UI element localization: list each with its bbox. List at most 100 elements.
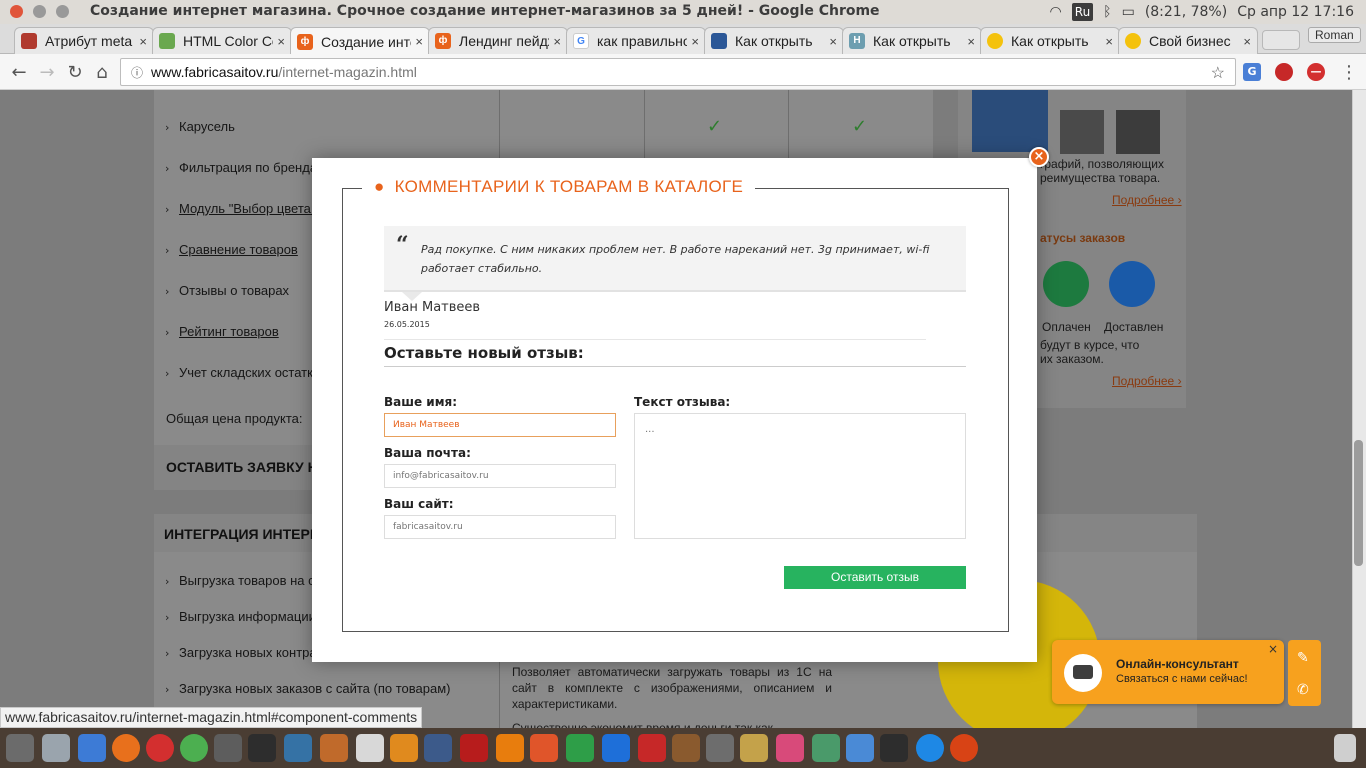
trash-icon[interactable] xyxy=(1334,734,1356,762)
files-icon[interactable] xyxy=(78,734,106,762)
feature-row[interactable]: Учет складских остатков xyxy=(179,365,327,380)
chat-close-icon[interactable]: × xyxy=(1268,642,1278,656)
translate-extension-icon[interactable]: G xyxy=(1243,63,1261,81)
code-editor-icon[interactable] xyxy=(424,734,452,762)
opera-icon[interactable] xyxy=(146,734,174,762)
battery-status[interactable]: (8:21, 78%) xyxy=(1145,4,1227,20)
adblock-extension-icon[interactable]: — xyxy=(1307,63,1325,81)
mail-icon[interactable] xyxy=(740,734,768,762)
modal-close-button[interactable]: × xyxy=(1029,147,1049,167)
app-icon[interactable] xyxy=(530,734,558,762)
calculator-icon[interactable] xyxy=(672,734,700,762)
tab-5[interactable]: Gкак правильно × xyxy=(566,27,706,54)
integration-row[interactable]: Выгрузка товаров на са xyxy=(179,573,322,588)
download-icon[interactable] xyxy=(916,734,944,762)
bookmark-star-icon[interactable]: ☆ xyxy=(1211,63,1225,83)
wifi-icon[interactable]: ◠ xyxy=(1050,4,1062,20)
writer-icon[interactable] xyxy=(602,734,630,762)
more-link[interactable]: Подробнее › xyxy=(1112,193,1182,207)
email-input[interactable] xyxy=(384,464,616,488)
launcher-icon[interactable] xyxy=(6,734,34,762)
new-tab-button[interactable] xyxy=(1262,30,1300,50)
window-close-button[interactable] xyxy=(10,5,23,18)
product-thumb[interactable] xyxy=(1060,110,1104,154)
tab-9[interactable]: Свой бизнес × xyxy=(1118,27,1258,54)
filezilla-icon[interactable] xyxy=(460,734,488,762)
status-url-bubble: www.fabricasaitov.ru/internet-magazin.ht… xyxy=(0,707,423,728)
page-scrollbar[interactable] xyxy=(1352,90,1366,728)
scrollbar-thumb[interactable] xyxy=(1354,440,1363,566)
tab-close-icon[interactable]: × xyxy=(277,34,285,49)
settings-icon[interactable] xyxy=(42,734,70,762)
chrome-icon[interactable] xyxy=(180,734,208,762)
app-icon[interactable] xyxy=(776,734,804,762)
app-icon[interactable] xyxy=(214,734,242,762)
updater-icon[interactable] xyxy=(950,734,978,762)
order-button[interactable]: ОСТАВИТЬ ЗАЯВКУ НА xyxy=(166,459,328,475)
app-icon[interactable] xyxy=(880,734,908,762)
presentation-icon[interactable] xyxy=(638,734,666,762)
tab-close-icon[interactable]: × xyxy=(829,34,837,49)
more-link[interactable]: Подробнее › xyxy=(1112,374,1182,388)
image-viewer-icon[interactable] xyxy=(812,734,840,762)
feature-row[interactable]: Сравнение товаров xyxy=(179,242,298,257)
python-icon[interactable] xyxy=(284,734,312,762)
battery-icon[interactable]: ▭ xyxy=(1122,4,1135,20)
chrome-menu-icon[interactable]: ⋮ xyxy=(1338,62,1360,83)
integration-row[interactable]: Выгрузка информации о xyxy=(179,609,327,624)
tab-close-icon[interactable]: × xyxy=(691,34,699,49)
reload-icon[interactable]: ↻ xyxy=(64,62,86,83)
shield-extension-icon[interactable] xyxy=(1275,63,1293,81)
window-maximize-button[interactable] xyxy=(56,5,69,18)
online-consultant-widget[interactable]: Онлайн-консультант Связаться с нами сейч… xyxy=(1052,640,1284,704)
folder-icon[interactable] xyxy=(846,734,874,762)
clock[interactable]: Ср апр 12 17:16 xyxy=(1237,4,1354,20)
product-thumb[interactable] xyxy=(1116,110,1160,154)
profile-button[interactable]: Roman xyxy=(1308,27,1361,43)
document-icon[interactable] xyxy=(356,734,384,762)
edit-icon[interactable]: ✎ xyxy=(1297,650,1309,666)
feature-row[interactable]: Фильтрация по брендам xyxy=(179,160,326,175)
feature-row[interactable]: Отзывы о товарах xyxy=(179,283,289,298)
tab-close-icon[interactable]: × xyxy=(1243,34,1251,49)
tab-close-icon[interactable]: × xyxy=(553,34,561,49)
blender-icon[interactable] xyxy=(496,734,524,762)
feature-row[interactable]: Модуль "Выбор цвета и xyxy=(179,201,322,216)
feature-row[interactable]: Рейтинг товаров xyxy=(179,324,279,339)
f-favicon-icon: ф xyxy=(297,33,313,50)
feature-row[interactable]: Карусель xyxy=(179,119,235,134)
tab-close-icon[interactable]: × xyxy=(415,34,423,49)
tab-close-icon[interactable]: × xyxy=(1105,34,1113,49)
home-icon[interactable]: ⌂ xyxy=(91,62,113,83)
app-icon[interactable] xyxy=(320,734,348,762)
app-icon[interactable] xyxy=(390,734,418,762)
spreadsheet-icon[interactable] xyxy=(566,734,594,762)
tab-close-icon[interactable]: × xyxy=(967,34,975,49)
terminal-icon[interactable] xyxy=(248,734,276,762)
back-arrow-icon[interactable]: ← xyxy=(8,62,30,83)
tab-close-icon[interactable]: × xyxy=(139,34,147,49)
keyboard-layout-indicator[interactable]: Ru xyxy=(1071,3,1094,21)
submit-review-button[interactable]: Оставить отзыв xyxy=(784,566,966,589)
sidebar-text: их заказом. xyxy=(1040,352,1104,366)
tab-2[interactable]: HTML Color Codes × xyxy=(152,27,292,54)
integration-row[interactable]: Загрузка новых заказов с сайта (по товар… xyxy=(179,681,450,696)
address-bar[interactable]: ⓘ www.fabricasaitov.ru/internet-magazin.… xyxy=(120,58,1236,86)
tab-3-active[interactable]: ф Создание интернет × xyxy=(290,27,430,55)
phone-icon[interactable]: ✆ xyxy=(1297,682,1309,698)
firefox-icon[interactable] xyxy=(112,734,140,762)
tab-4[interactable]: ф Лендинг пейдж × xyxy=(428,27,568,54)
window-minimize-button[interactable] xyxy=(33,5,46,18)
forward-arrow-icon[interactable]: → xyxy=(36,62,58,83)
tab-7[interactable]: H Как открыть × xyxy=(842,27,982,54)
integration-row[interactable]: Загрузка новых контра xyxy=(179,645,317,660)
tab-1[interactable]: Атрибут meta × xyxy=(14,27,154,54)
disk-icon[interactable] xyxy=(706,734,734,762)
site-input[interactable] xyxy=(384,515,616,539)
bluetooth-icon[interactable]: ᛒ xyxy=(1103,4,1111,20)
review-textarea[interactable] xyxy=(634,413,966,539)
tab-6[interactable]: Как открыть × xyxy=(704,27,844,54)
tab-8[interactable]: Как открыть × xyxy=(980,27,1120,54)
name-input[interactable] xyxy=(384,413,616,437)
page-info-icon[interactable]: ⓘ xyxy=(131,64,143,81)
